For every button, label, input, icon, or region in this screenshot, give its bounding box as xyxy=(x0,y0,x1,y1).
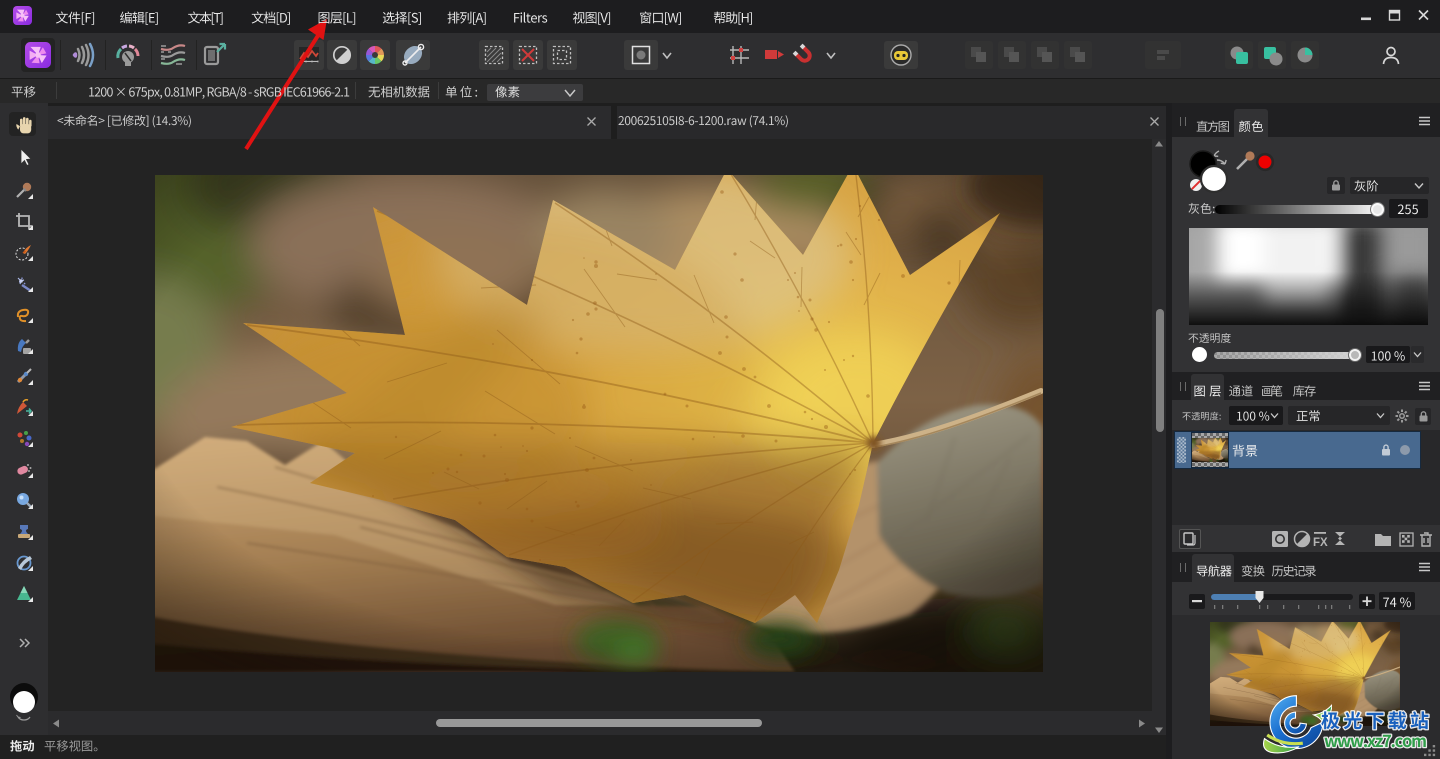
svg-text:FX: FX xyxy=(1313,537,1328,549)
